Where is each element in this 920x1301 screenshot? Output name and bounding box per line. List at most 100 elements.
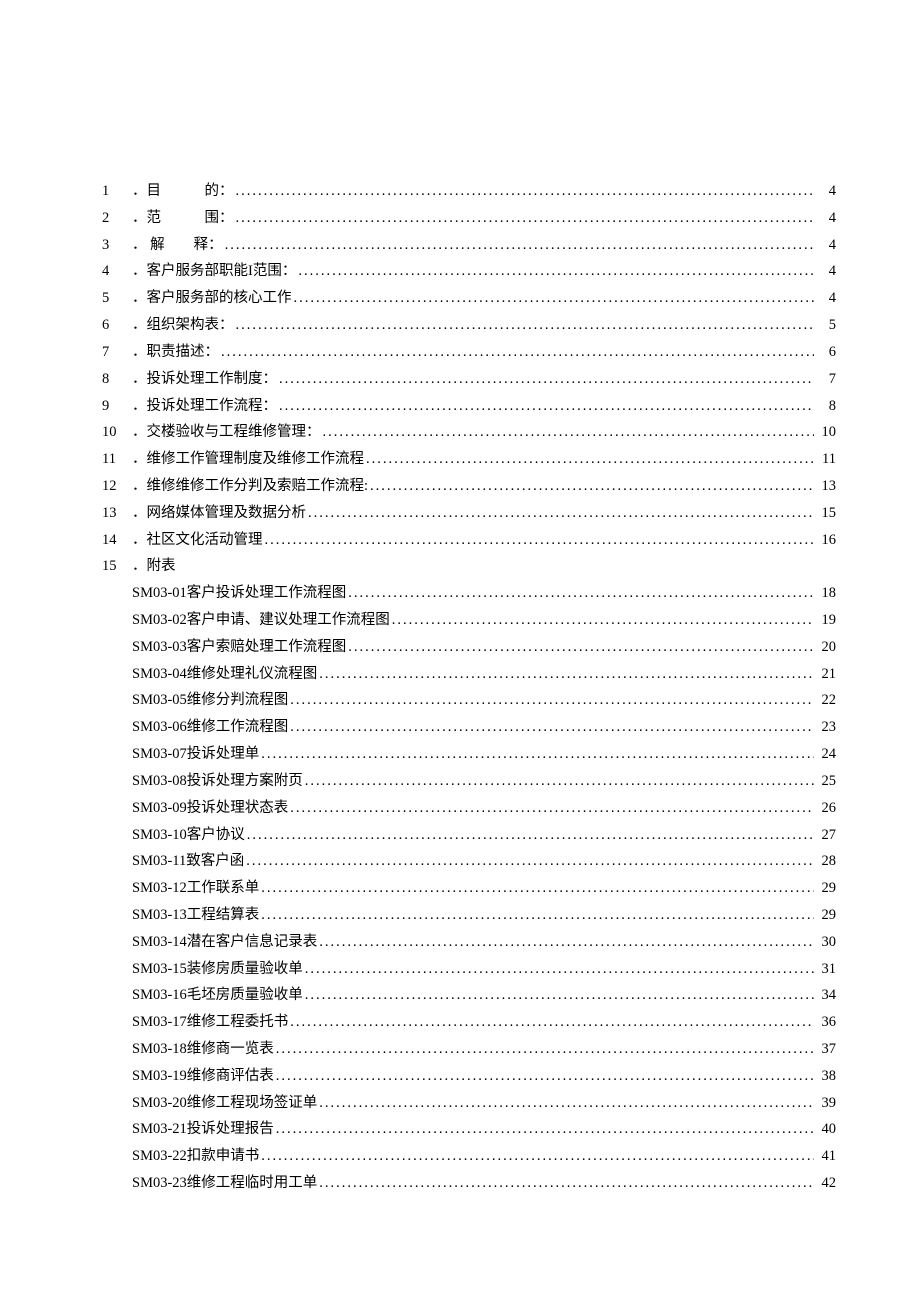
toc-entry-title: ．交楼验收与工程维修管理： <box>132 419 321 446</box>
toc-entry-page: 30 <box>816 929 836 956</box>
toc-leader-dots <box>319 929 814 956</box>
toc-entry-title: SM03-04维修处理礼仪流程图 <box>132 661 317 688</box>
document-page: 1．目 的：42．范 围：43． 解 释：44．客户服务部职能I范围：45．客户… <box>0 0 920 1301</box>
toc-entry-page: 36 <box>816 1009 836 1036</box>
toc-leader-dots <box>319 661 814 688</box>
toc-entry-number: 1 <box>102 178 132 205</box>
toc-leader-dots <box>290 687 814 714</box>
toc-leader-dots <box>236 312 815 339</box>
toc-entry-title: ．组织架构表： <box>132 312 234 339</box>
toc-leader-dots <box>305 956 814 983</box>
toc-entry-number: 6 <box>102 312 132 339</box>
toc-entry-page: 4 <box>816 232 836 259</box>
toc-entry: 9．投诉处理工作流程： 8 <box>102 393 836 420</box>
toc-entry-page: 8 <box>816 393 836 420</box>
toc-entry-page: 19 <box>816 607 836 634</box>
toc-sub-entry: SM03-13工程结算表29 <box>102 902 836 929</box>
toc-entry-title: SM03-01客户投诉处理工作流程图 <box>132 580 346 607</box>
toc-entry-page: 25 <box>816 768 836 795</box>
toc-leader-dots <box>261 741 814 768</box>
toc-entry-number: 7 <box>102 339 132 366</box>
toc-entry-page: 38 <box>816 1063 836 1090</box>
toc-entry: 14．社区文化活动管理16 <box>102 527 836 554</box>
toc-entry-page: 18 <box>816 580 836 607</box>
toc-leader-dots <box>225 232 814 259</box>
toc-entry: 2．范 围：4 <box>102 205 836 232</box>
toc-entry-title: ．客户服务部职能I范围： <box>132 258 296 285</box>
toc-entry-page: 26 <box>816 795 836 822</box>
toc-sub-entry: SM03-05维修分判流程图22 <box>102 687 836 714</box>
toc-leader-dots <box>348 580 814 607</box>
toc-leader-dots <box>294 285 815 312</box>
toc-entry-title: SM03-20维修工程现场签证单 <box>132 1090 317 1117</box>
toc-entry-title: ．职责描述： <box>132 339 219 366</box>
toc-entry-title: SM03-02客户申请、建议处理工作流程图 <box>132 607 390 634</box>
toc-entry-page: 31 <box>816 956 836 983</box>
toc-leader-dots <box>290 1009 814 1036</box>
toc-entry-title: SM03-08投诉处理方案附页 <box>132 768 303 795</box>
toc-entry-number: 9 <box>102 393 132 420</box>
toc-entry-page: 29 <box>816 875 836 902</box>
toc-leader-dots <box>247 822 814 849</box>
toc-entry: 5．客户服务部的核心工作4 <box>102 285 836 312</box>
toc-entry-page: 5 <box>816 312 836 339</box>
toc-entry-title: ．范 围： <box>132 205 234 232</box>
toc-sub-entry: SM03-07投诉处理单 24 <box>102 741 836 768</box>
toc-leader-dots <box>276 1036 814 1063</box>
toc-entry-page: 27 <box>816 822 836 849</box>
toc-entry-title: SM03-23维修工程临时用工单 <box>132 1170 317 1197</box>
toc-leader-dots <box>236 178 815 205</box>
toc-entry-page: 29 <box>816 902 836 929</box>
toc-entry: 3． 解 释：4 <box>102 232 836 259</box>
toc-leader-dots <box>348 634 814 661</box>
toc-entry: 4．客户服务部职能I范围：4 <box>102 258 836 285</box>
toc-entry-title: ．维修工作管理制度及维修工作流程 <box>132 446 364 473</box>
toc-entry-page: 13 <box>816 473 836 500</box>
toc-entry-number: 8 <box>102 366 132 393</box>
toc-entry-title: SM03-21投诉处理报告 <box>132 1116 274 1143</box>
toc-entry-title: SM03-07投诉处理单 <box>132 741 259 768</box>
toc-sub-entry: SM03-16毛坯房质量验收单34 <box>102 982 836 1009</box>
toc-entry-title: ．投诉处理工作流程： <box>132 393 277 420</box>
toc-leader-dots <box>298 258 814 285</box>
toc-entry-title: SM03-22扣款申请书 <box>132 1143 259 1170</box>
toc-leader-dots <box>236 205 815 232</box>
toc-entry: 1．目 的：4 <box>102 178 836 205</box>
toc-sub-entry: SM03-18维修商一览表37 <box>102 1036 836 1063</box>
toc-leader-dots <box>392 607 814 634</box>
toc-sub-entry: SM03-09投诉处理状态表26 <box>102 795 836 822</box>
toc-leader-dots <box>305 982 814 1009</box>
toc-leader-dots <box>265 527 815 554</box>
toc-leader-dots <box>276 1116 814 1143</box>
toc-entry-title: SM03-18维修商一览表 <box>132 1036 274 1063</box>
toc-entry-title: ．网络媒体管理及数据分析 <box>132 500 306 527</box>
toc-entry-title: ．附表 <box>132 553 176 580</box>
toc-leader-dots <box>319 1090 814 1117</box>
toc-entry: 10．交楼验收与工程维修管理：10 <box>102 419 836 446</box>
toc-entry: 12．维修维修工作分判及索赔工作流程:13 <box>102 473 836 500</box>
toc-entry-page: 4 <box>816 258 836 285</box>
toc-entry-title: SM03-11致客户函 <box>132 848 244 875</box>
toc-entry-page: 39 <box>816 1090 836 1117</box>
toc-leader-dots <box>261 1143 814 1170</box>
toc-entry-number: 11 <box>102 446 132 473</box>
toc-leader-dots <box>323 419 815 446</box>
toc-sub-entry: SM03-15装修房质量验收单31 <box>102 956 836 983</box>
toc-leader-dots <box>366 446 814 473</box>
toc-entry-page: 16 <box>816 527 836 554</box>
toc-leader-dots <box>221 339 814 366</box>
toc-entry-page: 11 <box>816 446 836 473</box>
toc-entry-page: 42 <box>816 1170 836 1197</box>
toc-entry-page: 24 <box>816 741 836 768</box>
toc-sub-entry: SM03-17维修工程委托书36 <box>102 1009 836 1036</box>
toc-entry-number: 2 <box>102 205 132 232</box>
toc-leader-dots <box>279 393 814 420</box>
toc-entry-title: SM03-10客户协议 <box>132 822 245 849</box>
toc-leader-dots <box>290 714 814 741</box>
toc-leader-dots <box>290 795 814 822</box>
toc-entry-title: SM03-14潜在客户信息记录表 <box>132 929 317 956</box>
toc-entry: 8．投诉处理工作制度：7 <box>102 366 836 393</box>
toc-entry-page: 10 <box>816 419 836 446</box>
toc-entry: 13．网络媒体管理及数据分析15 <box>102 500 836 527</box>
table-of-contents: 1．目 的：42．范 围：43． 解 释：44．客户服务部职能I范围：45．客户… <box>102 178 836 1197</box>
